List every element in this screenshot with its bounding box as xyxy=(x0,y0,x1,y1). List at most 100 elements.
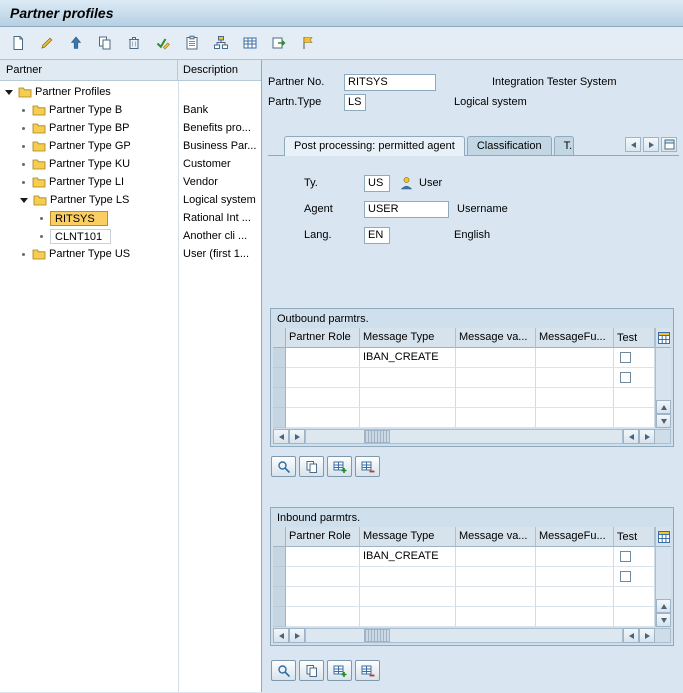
create-button[interactable] xyxy=(6,31,30,55)
scroll-right-button[interactable] xyxy=(639,429,655,444)
outbound-parameters-section: Outbound parmtrs. Partner Role Message T… xyxy=(270,308,674,447)
folder-icon xyxy=(32,140,46,152)
tab-classification[interactable]: Classification xyxy=(467,136,552,155)
agent-field[interactable] xyxy=(364,201,449,218)
selected-node[interactable]: RITSYS xyxy=(50,211,108,226)
col-message-type: Message Type xyxy=(360,527,456,547)
scroll-up-button[interactable] xyxy=(656,599,671,613)
language-field[interactable] xyxy=(364,227,390,244)
outbound-search-button[interactable] xyxy=(271,456,296,477)
tree-root-partner-profiles[interactable]: Partner Profiles xyxy=(0,83,261,101)
row-selector[interactable] xyxy=(273,547,286,567)
inbound-copy-button[interactable] xyxy=(299,660,324,681)
delete-button[interactable] xyxy=(122,31,146,55)
folder-icon xyxy=(32,158,46,170)
check-button[interactable] xyxy=(151,31,175,55)
selector-corner[interactable] xyxy=(273,527,286,547)
tab-scroll-right-button[interactable] xyxy=(643,137,659,152)
scroll-right-button[interactable] xyxy=(639,628,655,643)
scroll-left-button[interactable] xyxy=(273,429,289,444)
scroll-right-button[interactable] xyxy=(289,628,305,643)
expand-arrow-icon[interactable] xyxy=(20,198,28,203)
scroll-down-button[interactable] xyxy=(656,414,671,428)
move-up-button[interactable] xyxy=(64,31,88,55)
tree-item-partner-type-b[interactable]: Partner Type B Bank xyxy=(0,101,261,119)
inbound-delete-row-button[interactable] xyxy=(355,660,380,681)
row-selector-column xyxy=(273,328,286,428)
agent-type-field[interactable] xyxy=(364,175,390,192)
selector-corner[interactable] xyxy=(273,328,286,348)
tab-scroll-left-button[interactable] xyxy=(625,137,641,152)
partner-no-field[interactable] xyxy=(344,74,436,91)
row-selector[interactable] xyxy=(273,567,286,587)
inbound-title: Inbound parmtrs. xyxy=(273,510,671,527)
outbound-insert-row-button[interactable] xyxy=(327,456,352,477)
test-checkbox[interactable] xyxy=(620,571,631,582)
flag-button[interactable] xyxy=(296,31,320,55)
row-selector[interactable] xyxy=(273,368,286,388)
row-selector[interactable] xyxy=(273,408,286,428)
expand-arrow-icon[interactable] xyxy=(5,90,13,95)
vertical-scroll-track[interactable] xyxy=(656,348,671,400)
folder-icon xyxy=(32,122,46,134)
test-checkbox[interactable] xyxy=(620,551,631,562)
tree-item-partner-type-li[interactable]: Partner Type LI Vendor xyxy=(0,173,261,191)
outbound-title: Outbound parmtrs. xyxy=(273,311,671,328)
horizontal-scroll-track[interactable] xyxy=(305,429,623,444)
row-selector[interactable] xyxy=(273,348,286,368)
table-row[interactable] xyxy=(286,388,655,408)
outbound-delete-row-button[interactable] xyxy=(355,456,380,477)
scroll-grip[interactable] xyxy=(364,430,390,443)
tree-item-partner-type-us[interactable]: Partner Type US User (first 1... xyxy=(0,245,261,263)
scroll-right-button[interactable] xyxy=(289,429,305,444)
row-selector[interactable] xyxy=(273,388,286,408)
outbound-copy-button[interactable] xyxy=(299,456,324,477)
table-row[interactable]: IBAN_CREATE xyxy=(286,547,655,567)
horizontal-scroll-track[interactable] xyxy=(305,628,623,643)
right-arrow-icon xyxy=(295,434,300,440)
test-checkbox[interactable] xyxy=(620,352,631,363)
vertical-scroll-track[interactable] xyxy=(656,547,671,599)
scroll-grip[interactable] xyxy=(364,629,390,642)
table-settings-button[interactable] xyxy=(656,527,671,547)
table-row[interactable] xyxy=(286,408,655,428)
table-row[interactable] xyxy=(286,587,655,607)
protocol-button[interactable] xyxy=(180,31,204,55)
partner-tree-pane: Partner Description Partner Profiles Par… xyxy=(0,60,262,692)
copy-button[interactable] xyxy=(93,31,117,55)
tab-truncated[interactable]: T. xyxy=(554,136,574,155)
scroll-left-button[interactable] xyxy=(273,628,289,643)
tree-item-partner-type-gp[interactable]: Partner Type GP Business Par... xyxy=(0,137,261,155)
tree-item-ritsys[interactable]: RITSYS Rational Int ... xyxy=(0,209,261,227)
table-row[interactable] xyxy=(286,607,655,627)
tree-item-partner-type-bp[interactable]: Partner Type BP Benefits pro... xyxy=(0,119,261,137)
test-checkbox[interactable] xyxy=(620,372,631,383)
table-row[interactable] xyxy=(286,368,655,388)
table-row[interactable]: IBAN_CREATE xyxy=(286,348,655,368)
scroll-down-button[interactable] xyxy=(656,613,671,627)
partner-type-field[interactable] xyxy=(344,94,366,111)
scroll-left-button[interactable] xyxy=(623,628,639,643)
message-type-cell[interactable]: IBAN_CREATE xyxy=(360,348,456,368)
tree-column-description: Description xyxy=(178,64,261,76)
inbound-insert-row-button[interactable] xyxy=(327,660,352,681)
message-type-cell[interactable]: IBAN_CREATE xyxy=(360,547,456,567)
row-selector[interactable] xyxy=(273,607,286,627)
tree-item-clnt101[interactable]: CLNT101 Another cli ... xyxy=(0,227,261,245)
permitted-agent-panel: Ty. User Agent Username Lang. English xyxy=(268,156,679,248)
display-change-button[interactable] xyxy=(35,31,59,55)
table-row[interactable] xyxy=(286,567,655,587)
row-selector[interactable] xyxy=(273,587,286,607)
tab-post-processing[interactable]: Post processing: permitted agent xyxy=(284,136,465,156)
table-view-button[interactable] xyxy=(238,31,262,55)
scroll-up-button[interactable] xyxy=(656,400,671,414)
tab-expand-button[interactable] xyxy=(661,137,677,152)
hierarchy-button[interactable] xyxy=(209,31,233,55)
forward-button[interactable] xyxy=(267,31,291,55)
tree-item-partner-type-ls[interactable]: Partner Type LS Logical system xyxy=(0,191,261,209)
table-settings-button[interactable] xyxy=(656,328,671,348)
scroll-left-button[interactable] xyxy=(623,429,639,444)
trash-icon xyxy=(126,35,142,51)
tree-item-partner-type-ku[interactable]: Partner Type KU Customer xyxy=(0,155,261,173)
inbound-search-button[interactable] xyxy=(271,660,296,681)
